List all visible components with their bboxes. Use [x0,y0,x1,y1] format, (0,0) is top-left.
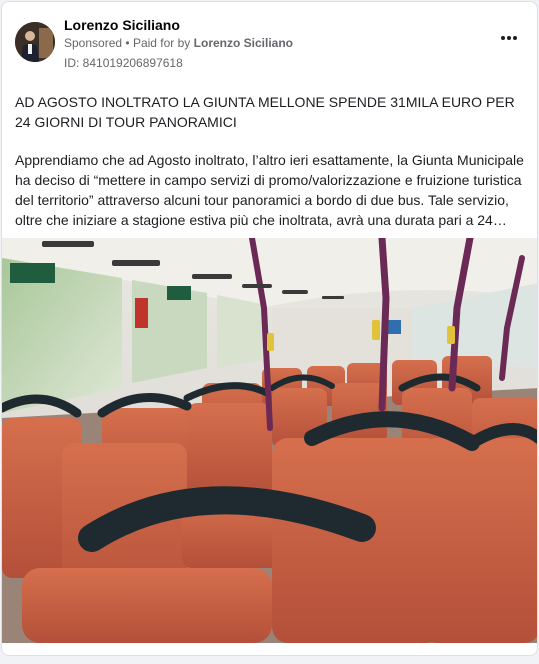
sponsored-meta: Sponsored • Paid for by Lorenzo Sicilian… [64,36,293,50]
author-name[interactable]: Lorenzo Siciliano [64,17,180,33]
post-description: Apprendiamo che ad Agosto inoltrato, l’a… [15,152,524,228]
ad-id: ID: 841019206897618 [64,56,183,70]
sponsored-label: Sponsored [64,36,123,50]
separator-dot: • [125,36,130,50]
post-headline: AD AGOSTO INOLTRATO LA GIUNTA MELLONE SP… [15,94,515,130]
more-options-icon[interactable] [495,28,523,48]
ad-post-card: Lorenzo Siciliano Sponsored • Paid for b… [1,1,538,656]
post-header: Lorenzo Siciliano Sponsored • Paid for b… [2,2,537,76]
author-avatar[interactable] [15,22,55,62]
paid-for-name[interactable]: Lorenzo Siciliano [194,36,293,50]
post-image-bus-interior[interactable] [2,238,537,643]
paid-for-prefix: Paid for by [132,36,191,50]
